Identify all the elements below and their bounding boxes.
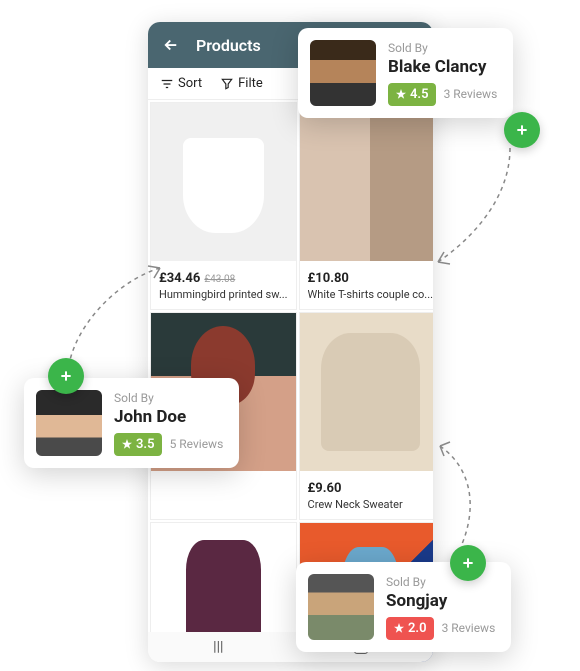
rating-badge: 3.5 — [114, 433, 162, 456]
connector-arrow-icon — [434, 440, 484, 550]
seller-card[interactable]: Sold By Blake Clancy 4.5 3 Reviews — [298, 28, 513, 118]
seller-name: Songjay — [386, 591, 495, 611]
rating-badge: 4.5 — [388, 83, 436, 106]
avatar — [310, 40, 376, 106]
product-title: White T-shirts couple co... — [308, 288, 433, 301]
reviews-count: 3 Reviews — [444, 87, 498, 101]
filter-label: Filte — [238, 76, 263, 91]
page-title: Products — [196, 36, 261, 55]
product-card[interactable]: £9.60 Crew Neck Sweater — [299, 312, 433, 520]
product-title: Crew Neck Sweater — [308, 498, 433, 511]
filter-button[interactable]: Filte — [220, 76, 263, 91]
seller-name: John Doe — [114, 407, 223, 427]
product-image — [151, 103, 296, 261]
add-button[interactable] — [48, 358, 84, 394]
product-price: £34.46 — [159, 271, 200, 286]
rating-value: 2.0 — [408, 621, 427, 636]
filter-icon — [220, 77, 234, 91]
rating-value: 4.5 — [410, 87, 429, 102]
sold-by-label: Sold By — [114, 391, 223, 405]
star-icon — [121, 438, 133, 450]
reviews-count: 5 Reviews — [170, 437, 224, 451]
nav-recent-icon[interactable]: ||| — [213, 639, 223, 655]
product-price: £9.60 — [308, 481, 342, 496]
connector-arrow-icon — [430, 140, 520, 270]
star-icon — [395, 88, 407, 100]
plus-icon — [58, 368, 74, 384]
product-title: Hummingbird printed sw... — [159, 288, 288, 301]
back-arrow-icon[interactable] — [162, 36, 180, 54]
plus-icon — [514, 122, 530, 138]
sort-icon — [160, 77, 174, 91]
product-image — [300, 313, 433, 471]
product-price: £10.80 — [308, 271, 349, 286]
sold-by-label: Sold By — [388, 41, 497, 55]
rating-badge: 2.0 — [386, 617, 434, 640]
sort-label: Sort — [178, 76, 202, 91]
sort-button[interactable]: Sort — [160, 76, 202, 91]
avatar — [308, 574, 374, 640]
seller-name: Blake Clancy — [388, 57, 497, 77]
star-icon — [393, 622, 405, 634]
product-image — [300, 103, 433, 261]
add-button[interactable] — [504, 112, 540, 148]
add-button[interactable] — [450, 545, 486, 581]
product-card[interactable]: £34.46 £43.08 Hummingbird printed sw... — [150, 102, 297, 310]
reviews-count: 3 Reviews — [442, 621, 496, 635]
product-card[interactable]: £10.80 White T-shirts couple co... — [299, 102, 433, 310]
plus-icon — [460, 555, 476, 571]
product-price-old: £43.08 — [204, 274, 235, 285]
rating-value: 3.5 — [136, 437, 155, 452]
avatar — [36, 390, 102, 456]
